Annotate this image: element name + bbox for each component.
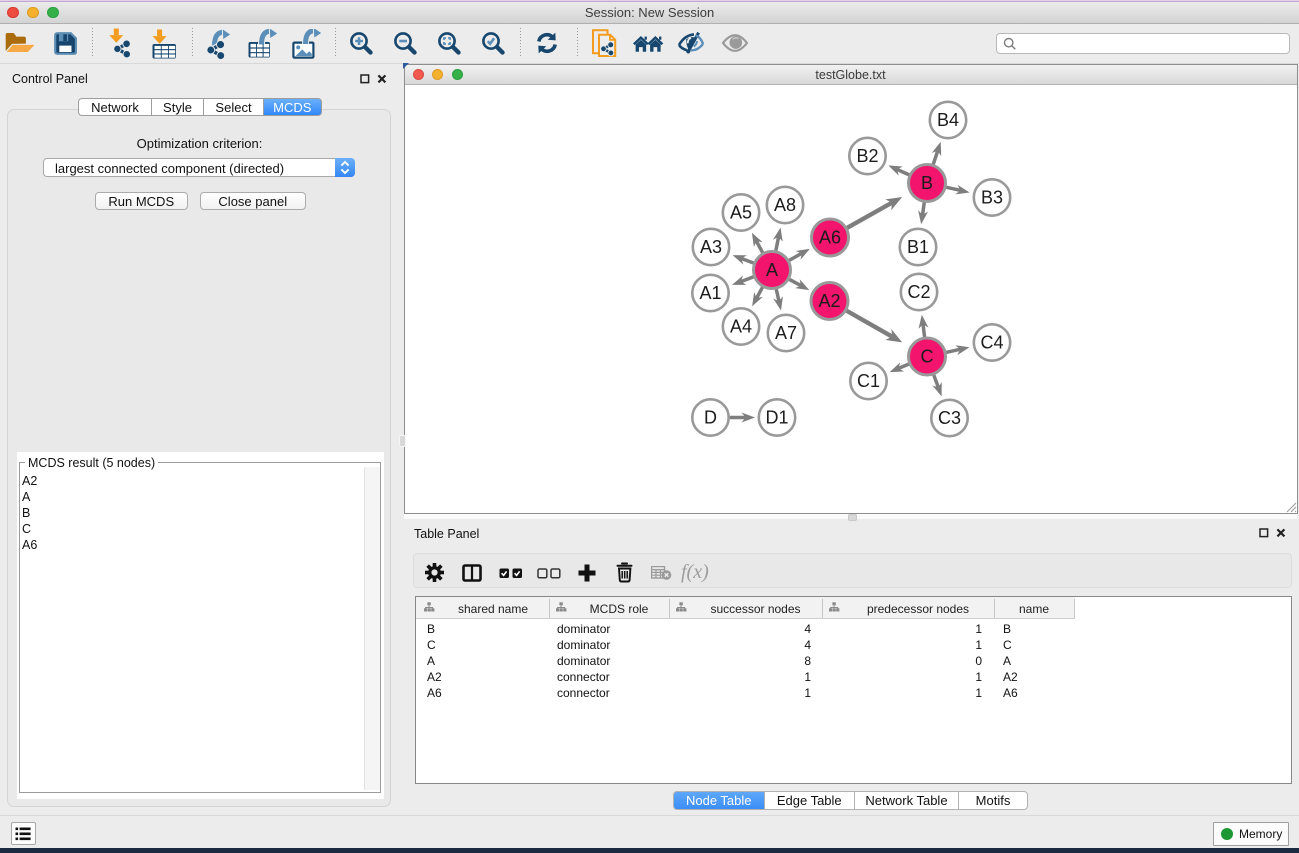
svg-text:D: D: [704, 408, 717, 428]
svg-text:A2: A2: [818, 291, 840, 311]
svg-text:B3: B3: [981, 188, 1003, 208]
svg-text:B4: B4: [937, 110, 959, 130]
svg-text:C: C: [921, 347, 934, 367]
svg-text:B: B: [921, 173, 933, 193]
svg-text:C4: C4: [980, 333, 1003, 353]
svg-text:B2: B2: [856, 146, 878, 166]
svg-text:A4: A4: [730, 317, 752, 337]
svg-text:A: A: [766, 260, 778, 280]
svg-text:C2: C2: [907, 282, 930, 302]
svg-text:D1: D1: [765, 408, 788, 428]
svg-text:A3: A3: [700, 237, 722, 257]
svg-text:C3: C3: [938, 408, 961, 428]
svg-text:A1: A1: [699, 283, 721, 303]
svg-text:A6: A6: [819, 228, 841, 248]
svg-text:A8: A8: [774, 195, 796, 215]
svg-text:B1: B1: [907, 237, 929, 257]
svg-text:A7: A7: [775, 323, 797, 343]
svg-text:A5: A5: [730, 203, 752, 223]
svg-text:C1: C1: [857, 371, 880, 391]
